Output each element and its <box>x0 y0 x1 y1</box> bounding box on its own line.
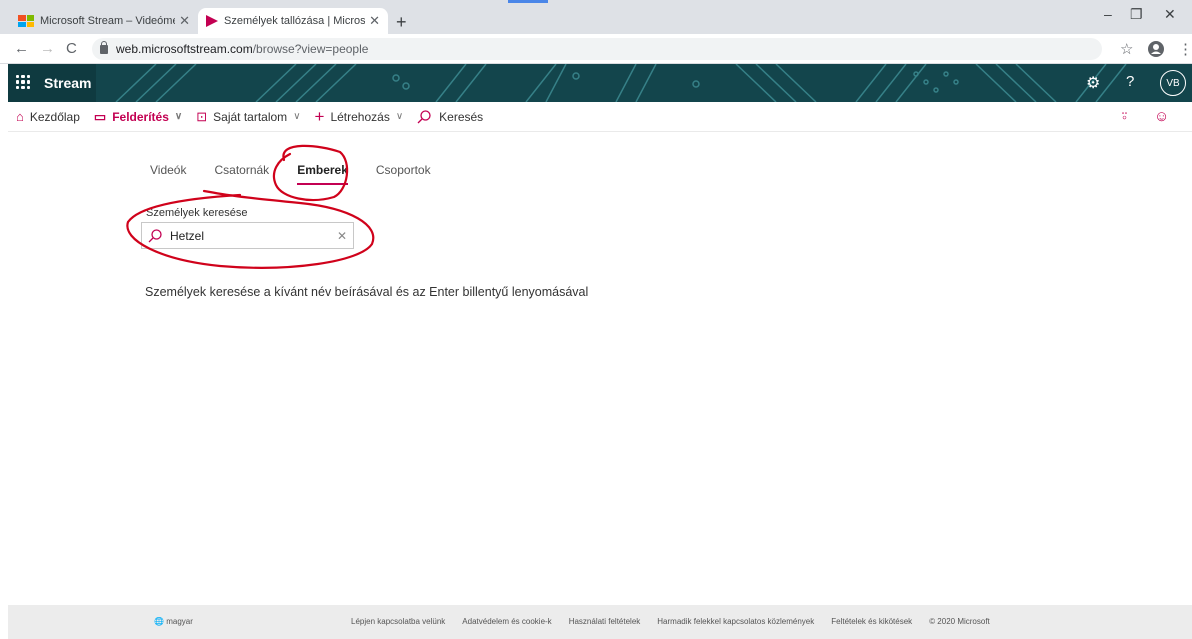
people-search-input[interactable] <box>170 228 337 243</box>
people-search-box: ✕ <box>141 222 354 249</box>
search-icon <box>148 228 162 242</box>
nav-label: Keresés <box>439 109 484 124</box>
people-search-label: Személyek keresése <box>146 207 248 219</box>
browse-tabs: Videók Csatornák Emberek Csoportok <box>150 163 459 185</box>
browser-tabstrip: Microsoft Stream – Videómegosz ✕ Személy… <box>0 0 1192 34</box>
tab-people[interactable]: Emberek <box>297 163 348 185</box>
app-launcher-icon[interactable] <box>16 75 30 89</box>
chevron-down-icon: ∨ <box>293 111 301 122</box>
url-field[interactable]: web.microsoftstream.com/browse?view=peop… <box>92 38 1102 60</box>
lock-icon <box>100 40 108 54</box>
footer-links: Lépjen kapcsolatba velünk Adatvédelem és… <box>351 617 1007 626</box>
browser-tab-people[interactable]: Személyek tallózása | Microsoft S ✕ <box>198 8 388 34</box>
stream-logo-icon <box>206 15 218 27</box>
nav-my-content[interactable]: ⊡ Saját tartalom ∨ <box>196 109 300 125</box>
browser-tab-stream-home[interactable]: Microsoft Stream – Videómegosz ✕ <box>10 8 198 34</box>
my-content-icon: ⊡ <box>196 108 208 124</box>
footer-link-terms-of-use[interactable]: Használati feltételek <box>569 617 641 626</box>
stream-brand[interactable]: Stream <box>44 75 91 91</box>
chevron-down-icon: ∨ <box>174 111 183 122</box>
circuit-pattern-icon <box>96 64 1192 102</box>
language-label: magyar <box>166 617 193 626</box>
browser-tab-title: Microsoft Stream – Videómegosz <box>40 15 175 27</box>
clear-search-icon[interactable]: ✕ <box>337 229 347 243</box>
profile-icon[interactable] <box>1148 41 1164 57</box>
plus-icon: + <box>314 106 325 126</box>
reload-icon[interactable]: C <box>66 40 77 57</box>
footer-link-terms[interactable]: Feltételek és kikötések <box>831 617 912 626</box>
nav-discover[interactable]: ▭ Felderítés ∨ <box>94 109 182 125</box>
home-icon: ⌂ <box>16 109 24 124</box>
command-bar: ⌂ Kezdőlap ▭ Felderítés ∨ ⊡ Saját tartal… <box>8 102 1192 132</box>
close-tab-icon[interactable]: ✕ <box>369 13 380 29</box>
discover-icon: ▭ <box>93 108 107 124</box>
nav-search[interactable]: Keresés <box>417 110 483 124</box>
nav-label: Saját tartalom <box>213 109 288 124</box>
footer-copyright: © 2020 Microsoft <box>929 617 990 626</box>
url-host: web.microsoftstream.com <box>116 42 253 56</box>
nav-label: Létrehozás <box>330 109 390 124</box>
search-hint-text: Személyek keresése a kívánt név beírásáv… <box>145 285 589 299</box>
tab-groups[interactable]: Csoportok <box>376 163 431 185</box>
user-avatar[interactable]: VB <box>1160 70 1186 96</box>
search-icon <box>417 109 431 123</box>
microsoft-logo-icon <box>18 15 34 27</box>
close-tab-icon[interactable]: ✕ <box>179 13 190 29</box>
tab-channels[interactable]: Csatornák <box>214 163 269 185</box>
browser-menu-icon[interactable]: ⋮ <box>1178 40 1192 58</box>
address-bar: ← → C web.microsoftstream.com/browse?vie… <box>0 34 1192 64</box>
footer-link-contact[interactable]: Lépjen kapcsolatba velünk <box>351 617 445 626</box>
bookmark-star-icon[interactable]: ☆ <box>1120 40 1133 58</box>
help-icon[interactable]: ? <box>1126 73 1134 90</box>
url-path: /browse?view=people <box>252 42 369 56</box>
restore-button[interactable]: ❐ <box>1130 6 1143 23</box>
window-close-button[interactable]: ✕ <box>1164 6 1176 23</box>
new-tab-button[interactable]: + <box>396 12 407 33</box>
back-arrow-icon[interactable]: ← <box>14 40 29 57</box>
feedback-smiley-icon[interactable]: ☺ <box>1154 108 1169 125</box>
forward-arrow-icon[interactable]: → <box>40 40 55 57</box>
browser-tab-title: Személyek tallózása | Microsoft S <box>224 15 366 27</box>
nav-create[interactable]: + Létrehozás ∨ <box>315 107 404 127</box>
footer-link-third-party[interactable]: Harmadik felekkel kapcsolatos közleménye… <box>657 617 814 626</box>
minimize-button[interactable]: – <box>1104 6 1112 22</box>
main-content <box>8 132 1192 605</box>
language-selector[interactable]: 🌐 magyar <box>154 617 193 626</box>
nav-label: Kezdőlap <box>29 109 80 124</box>
person-icon[interactable]: ⍤ <box>1120 108 1129 125</box>
tab-strip-indicator <box>508 0 548 3</box>
tab-videos[interactable]: Videók <box>150 163 186 185</box>
footer-link-privacy[interactable]: Adatvédelem és cookie-k <box>462 617 551 626</box>
settings-gear-icon[interactable]: ⚙ <box>1086 73 1104 92</box>
stream-header-banner: Stream ⚙ ? VB <box>8 64 1192 102</box>
nav-label: Felderítés <box>112 109 169 124</box>
footer: 🌐 magyar Lépjen kapcsolatba velünk Adatv… <box>8 605 1192 639</box>
globe-icon: 🌐 <box>154 617 164 626</box>
chevron-down-icon: ∨ <box>395 111 404 122</box>
nav-home[interactable]: ⌂ Kezdőlap <box>16 109 80 124</box>
